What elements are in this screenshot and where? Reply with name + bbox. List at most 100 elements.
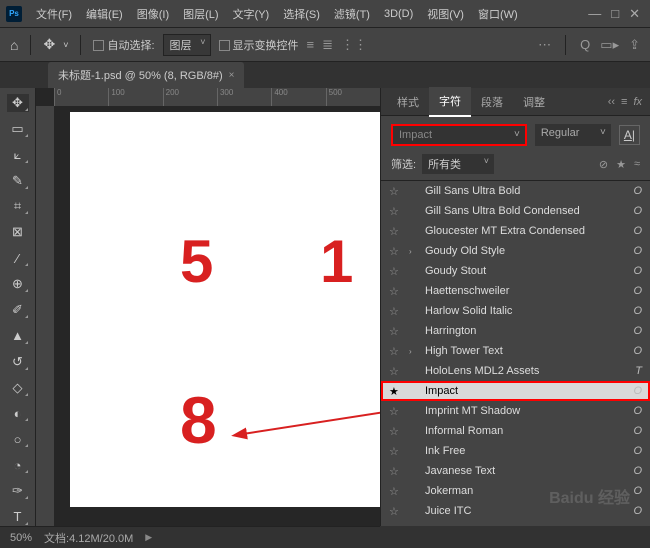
statusbar-menu-icon[interactable]: ▶ — [145, 532, 152, 543]
window-maximize-icon[interactable]: □ — [611, 6, 619, 22]
favorite-star-icon[interactable]: ★ — [389, 385, 401, 398]
marquee-tool[interactable]: ▭ — [7, 120, 29, 138]
dodge-tool[interactable]: ◔ — [7, 456, 29, 474]
document-info[interactable]: 文档:4.12M/20.0M — [44, 530, 133, 546]
align-icon[interactable]: ≡ — [307, 37, 315, 52]
favorite-star-icon[interactable]: ☆ — [389, 505, 401, 518]
align-icon[interactable]: ≣ — [322, 37, 333, 53]
expand-chevron-icon[interactable]: › — [409, 347, 417, 356]
font-list-item[interactable]: ☆HarringtonO — [381, 321, 650, 341]
menu-file[interactable]: 文件(F) — [30, 2, 78, 26]
favorite-filter-icon[interactable]: ★ — [616, 158, 626, 171]
font-style-combo[interactable]: Regular — [535, 124, 611, 146]
auto-select-checkbox[interactable]: 自动选择: — [93, 37, 154, 53]
menu-image[interactable]: 图像(I) — [131, 2, 175, 26]
font-list-item[interactable]: ☆Gloucester MT Extra CondensedO — [381, 221, 650, 241]
panel-fx-icon[interactable]: fx — [633, 96, 642, 108]
favorite-star-icon[interactable]: ☆ — [389, 245, 401, 258]
move-tool[interactable]: ✥ — [7, 94, 29, 112]
font-list-item[interactable]: ☆JokermanO — [381, 481, 650, 501]
menu-3d[interactable]: 3D(D) — [378, 4, 419, 24]
heal-tool[interactable]: ⊕ — [7, 275, 29, 293]
favorite-star-icon[interactable]: ☆ — [389, 365, 401, 378]
search-icon[interactable]: Q — [580, 37, 590, 52]
font-list-item[interactable]: ☆HoloLens MDL2 AssetsT — [381, 361, 650, 381]
font-list-item[interactable]: ☆Gill Sans Ultra BoldO — [381, 181, 650, 201]
font-list-item[interactable]: ☆Goudy StoutO — [381, 261, 650, 281]
font-list-item[interactable]: ☆Javanese TextO — [381, 461, 650, 481]
tool-preset-chevron-icon[interactable]: ˅ — [63, 40, 68, 50]
favorite-star-icon[interactable]: ☆ — [389, 485, 401, 498]
favorite-star-icon[interactable]: ☆ — [389, 345, 401, 358]
pen-tool[interactable]: ✑ — [7, 482, 29, 500]
menu-window[interactable]: 窗口(W) — [472, 2, 524, 26]
quick-select-tool[interactable]: ✎ — [7, 172, 29, 190]
menu-filter[interactable]: 滤镜(T) — [328, 2, 376, 26]
font-list-item[interactable]: ☆Ink FreeO — [381, 441, 650, 461]
eyedropper-tool[interactable]: ⁄ — [7, 249, 29, 267]
workspace-icon[interactable]: ▭▸ — [600, 37, 619, 53]
zoom-level[interactable]: 50% — [10, 532, 32, 544]
favorite-star-icon[interactable]: ☆ — [389, 425, 401, 438]
font-family-combo[interactable]: Impact — [391, 124, 527, 146]
blur-tool[interactable]: ○ — [7, 430, 29, 448]
auto-select-combo[interactable]: 图层 — [163, 34, 211, 56]
menu-view[interactable]: 视图(V) — [421, 2, 470, 26]
stamp-tool[interactable]: ▲ — [7, 327, 29, 345]
expand-chevron-icon[interactable]: › — [409, 247, 417, 256]
favorite-star-icon[interactable]: ☆ — [389, 285, 401, 298]
favorite-star-icon[interactable]: ☆ — [389, 445, 401, 458]
font-list-item[interactable]: ☆Imprint MT ShadowO — [381, 401, 650, 421]
favorite-star-icon[interactable]: ☆ — [389, 205, 401, 218]
type-tool[interactable]: T — [7, 508, 29, 526]
favorite-star-icon[interactable]: ☆ — [389, 225, 401, 238]
favorite-star-icon[interactable]: ☆ — [389, 265, 401, 278]
font-list-item[interactable]: ☆Kristen ITCO — [381, 521, 650, 526]
home-icon[interactable]: ⌂ — [10, 37, 18, 53]
tab-adjustments[interactable]: 调整 — [513, 88, 555, 116]
font-list-item[interactable]: ☆Gill Sans Ultra Bold CondensedO — [381, 201, 650, 221]
show-transform-checkbox[interactable]: 显示变换控件 — [219, 37, 299, 53]
menu-edit[interactable]: 编辑(E) — [80, 2, 129, 26]
window-close-icon[interactable]: ✕ — [629, 6, 640, 22]
crop-tool[interactable]: ⌗ — [7, 198, 29, 216]
favorite-star-icon[interactable]: ☆ — [389, 305, 401, 318]
frame-tool[interactable]: ⊠ — [7, 223, 29, 241]
brush-tool[interactable]: ✐ — [7, 301, 29, 319]
favorite-star-icon[interactable]: ☆ — [389, 405, 401, 418]
canvas-text-8[interactable]: 8 — [180, 382, 217, 458]
favorite-star-icon[interactable]: ☆ — [389, 525, 401, 527]
canvas-text-1[interactable]: 1 — [320, 227, 353, 296]
gradient-tool[interactable]: ◐ — [7, 405, 29, 423]
font-list[interactable]: ☆Gill Sans Ultra BoldO☆Gill Sans Ultra B… — [381, 181, 650, 526]
font-list-item[interactable]: ☆Informal RomanO — [381, 421, 650, 441]
font-list-item[interactable]: ☆Juice ITCO — [381, 501, 650, 521]
font-list-item[interactable]: ☆Harlow Solid ItalicO — [381, 301, 650, 321]
font-list-item[interactable]: ★ImpactO — [381, 381, 650, 401]
font-list-item[interactable]: ☆›Goudy Old StyleO — [381, 241, 650, 261]
filter-combo[interactable]: 所有类 — [422, 154, 494, 174]
favorite-star-icon[interactable]: ☆ — [389, 325, 401, 338]
history-brush-tool[interactable]: ↺ — [7, 353, 29, 371]
canvas-text-5[interactable]: 5 — [180, 227, 213, 296]
panel-menu-icon[interactable]: ≡ — [621, 96, 627, 108]
tab-character[interactable]: 字符 — [429, 87, 471, 117]
close-tab-icon[interactable]: × — [229, 70, 235, 81]
similar-filter-icon[interactable]: ≈ — [634, 158, 640, 171]
font-list-item[interactable]: ☆›High Tower TextO — [381, 341, 650, 361]
favorite-star-icon[interactable]: ☆ — [389, 465, 401, 478]
aa-button[interactable]: A| — [619, 125, 640, 145]
menu-layer[interactable]: 图层(L) — [177, 2, 224, 26]
share-icon[interactable]: ⇪ — [629, 37, 640, 53]
menu-select[interactable]: 选择(S) — [277, 2, 326, 26]
document-tab[interactable]: 未标题-1.psd @ 50% (8, RGB/8#) × — [48, 62, 244, 88]
typekit-filter-icon[interactable]: ⊘ — [599, 158, 608, 171]
lasso-tool[interactable]: ⟀ — [7, 146, 29, 164]
window-minimize-icon[interactable]: — — [588, 6, 601, 22]
distribute-icon[interactable]: ⋮⋮ — [341, 37, 367, 53]
font-list-item[interactable]: ☆HaettenschweilerO — [381, 281, 650, 301]
document-canvas[interactable]: 5 1 8 — [70, 112, 380, 507]
3d-mode-icon[interactable]: ⋯ — [538, 37, 551, 53]
tab-paragraph[interactable]: 段落 — [471, 88, 513, 116]
favorite-star-icon[interactable]: ☆ — [389, 185, 401, 198]
